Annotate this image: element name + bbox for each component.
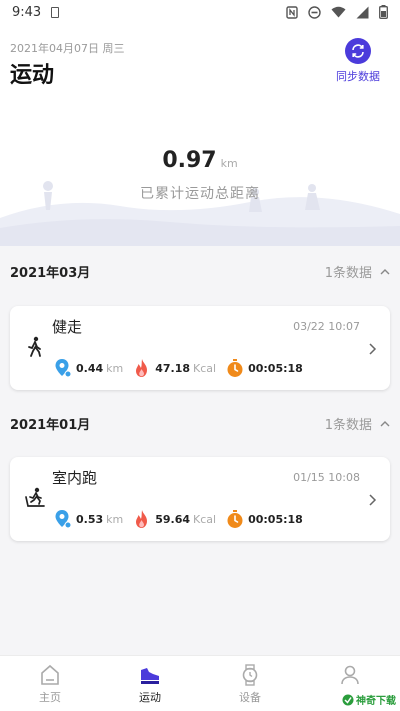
duration-value: 00:05:18	[248, 512, 303, 526]
location-pin-icon	[55, 510, 72, 529]
activity-name: 健走	[52, 318, 83, 336]
current-date: 2021年04月07日 周三	[10, 42, 125, 55]
profile-icon	[341, 665, 359, 685]
month-record-count: 1条数据	[325, 414, 390, 433]
nfc-icon	[286, 5, 298, 19]
duration-value: 00:05:18	[248, 361, 303, 375]
summary-header: 2021年04月07日 周三 运动 同步数据 0.97 km 已累计运动总距离	[0, 24, 400, 246]
month-label: 2021年03月	[10, 265, 91, 281]
calories-value: 47.18	[155, 361, 191, 375]
tab-device-label: 设备	[239, 691, 261, 704]
duration-stat: 00:05:18	[226, 358, 303, 378]
distance-unit: km	[106, 361, 124, 375]
distance-unit: km	[106, 512, 124, 526]
distance-stat: 0.53 km	[54, 509, 123, 529]
month-group-header[interactable]: 2021年01月 1条数据	[0, 404, 400, 442]
chevron-up-icon	[380, 420, 390, 426]
flame-icon	[136, 510, 148, 528]
tab-sport[interactable]: 运动	[100, 656, 200, 711]
activity-time: 01/15 10:08	[293, 471, 360, 484]
activity-stats: 0.53 km 59.64 Kcal 00:05:18	[54, 509, 313, 529]
runners-background-illustration	[0, 181, 400, 246]
walking-icon	[28, 336, 41, 357]
sync-data-button[interactable]: 同步数据	[330, 38, 386, 84]
battery-icon	[379, 5, 388, 19]
sync-data-label: 同步数据	[336, 70, 380, 83]
month-label: 2021年01月	[10, 417, 91, 433]
shoe-icon	[141, 668, 159, 684]
bottom-tab-bar: 主页 运动 设备	[0, 655, 400, 711]
activity-stats: 0.44 km 47.18 Kcal 00:05:18	[54, 358, 313, 378]
signal-icon	[356, 6, 369, 18]
wifi-icon	[331, 6, 346, 18]
calories-value: 59.64	[155, 512, 191, 526]
tab-device[interactable]: 设备	[200, 656, 300, 711]
total-distance: 0.97 km	[0, 148, 400, 173]
status-bar: 9:43	[0, 0, 400, 24]
month-record-count: 1条数据	[325, 262, 390, 281]
tab-home[interactable]: 主页	[0, 656, 100, 711]
record-count-text: 1条数据	[324, 265, 372, 281]
sim-icon	[51, 6, 60, 18]
chevron-right-icon	[369, 343, 377, 355]
duration-stat: 00:05:18	[226, 509, 303, 529]
watermark: 神奇下载	[342, 692, 396, 707]
watermark-logo-icon	[342, 694, 354, 705]
distance-value: 0.44	[76, 361, 104, 375]
treadmill-running-icon	[25, 487, 45, 507]
status-icons	[286, 5, 388, 19]
home-icon	[41, 664, 59, 685]
page-title: 运动	[10, 63, 55, 88]
stopwatch-icon	[227, 510, 243, 528]
total-distance-label: 已累计运动总距离	[140, 186, 260, 202]
activity-time: 03/22 10:07	[293, 320, 360, 333]
tab-home-label: 主页	[39, 691, 61, 704]
distance-stat: 0.44 km	[54, 358, 123, 378]
chevron-up-icon	[380, 268, 390, 274]
distance-value: 0.53	[76, 512, 104, 526]
do-not-disturb-icon	[308, 5, 321, 19]
status-time: 9:43	[12, 4, 42, 20]
tab-sport-label: 运动	[139, 691, 161, 704]
calories-unit: Kcal	[193, 512, 217, 526]
location-pin-icon	[55, 359, 72, 378]
sync-icon	[345, 38, 371, 64]
calories-unit: Kcal	[193, 361, 217, 375]
activity-card[interactable]: 健走 03/22 10:07 0.44 km 47.18 Kcal 00:05:…	[10, 306, 390, 390]
stopwatch-icon	[227, 359, 243, 377]
total-distance-value: 0.97	[162, 148, 217, 173]
chevron-right-icon	[369, 494, 377, 506]
calories-stat: 47.18 Kcal	[133, 358, 216, 378]
total-distance-unit: km	[220, 157, 238, 170]
activity-name: 室内跑	[52, 469, 98, 487]
activity-card[interactable]: 室内跑 01/15 10:08 0.53 km 59.64 Kcal 00:05…	[10, 457, 390, 541]
record-count-text: 1条数据	[324, 417, 372, 433]
calories-stat: 59.64 Kcal	[133, 509, 216, 529]
month-group-header[interactable]: 2021年03月 1条数据	[0, 252, 400, 290]
watch-icon	[242, 664, 258, 686]
watermark-text: 神奇下载	[356, 696, 396, 707]
flame-icon	[136, 359, 148, 377]
